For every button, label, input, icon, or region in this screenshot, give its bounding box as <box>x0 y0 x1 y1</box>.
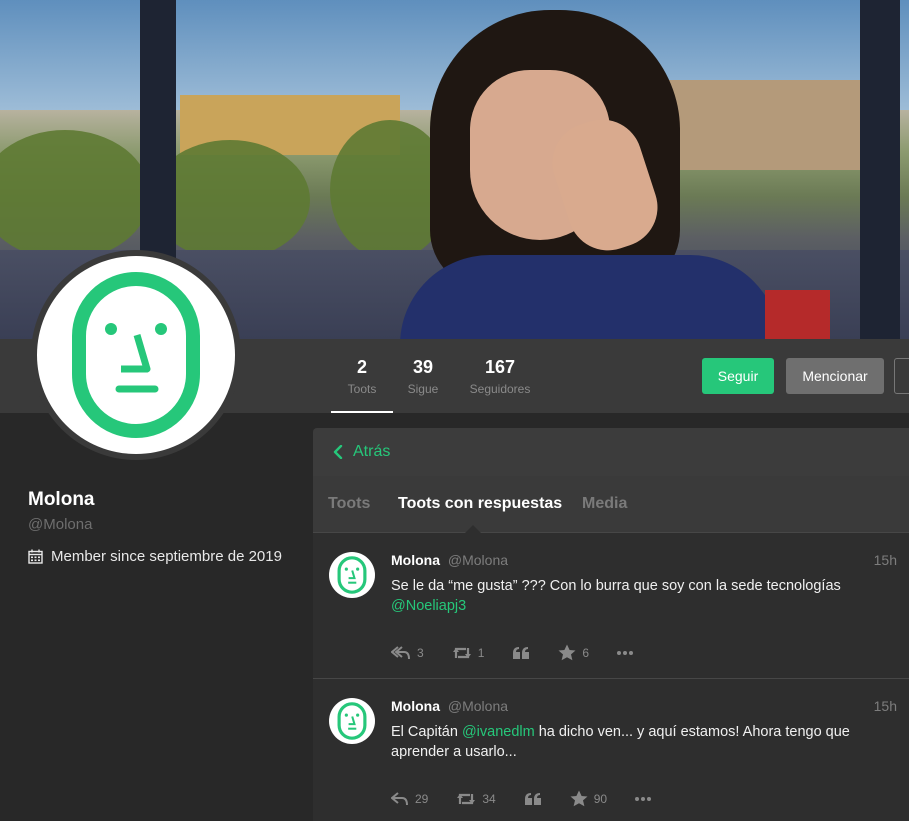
boost-button[interactable]: 34 <box>456 791 496 806</box>
status-header[interactable]: Molona @Molona <box>391 698 508 714</box>
status-action-bar: 3 1 6 <box>391 644 661 661</box>
star-icon <box>558 644 576 661</box>
reply-button[interactable]: 29 <box>391 792 428 806</box>
active-tab-indicator <box>465 525 481 533</box>
ellipsis-icon <box>617 650 634 655</box>
reply-all-button[interactable]: 3 <box>391 646 424 660</box>
counter-toots-label: Toots <box>347 382 377 396</box>
star-icon <box>570 790 588 807</box>
profile-avatar <box>31 250 241 460</box>
back-label: Atrás <box>353 443 391 460</box>
member-since-text: Member since septiembre de 2019 <box>51 548 282 565</box>
quote-icon <box>524 792 541 805</box>
counter-following-value: 39 <box>412 357 434 377</box>
status-display-name: Molona <box>391 552 440 568</box>
face-logo-icon <box>337 702 367 740</box>
favourite-count: 90 <box>593 791 608 806</box>
status-handle: @Molona <box>447 552 509 568</box>
chevron-left-icon <box>333 445 343 459</box>
status-item[interactable]: Molona @Molona 15h El Capitán @ivanedlm … <box>313 680 909 821</box>
profile-display-name: Molona <box>28 489 95 510</box>
counter-followers[interactable]: 167 Seguidores <box>466 339 534 413</box>
counter-toots[interactable]: 2 Toots <box>331 339 393 413</box>
boost-icon <box>452 647 471 658</box>
reply-count: 29 <box>415 791 429 806</box>
status-header[interactable]: Molona @Molona <box>391 552 508 568</box>
quote-button[interactable] <box>512 646 530 660</box>
counter-toots-value: 2 <box>356 357 367 377</box>
tab-media[interactable]: Media <box>582 495 627 513</box>
reply-count: 3 <box>417 645 424 660</box>
boost-count: 1 <box>477 645 485 660</box>
status-mention-link[interactable]: @ivanedlm <box>462 724 535 740</box>
timeline-tabs: Toots Toots con respuestas Media <box>313 476 909 533</box>
boost-button[interactable]: 1 <box>452 645 485 660</box>
boost-count: 34 <box>482 791 496 806</box>
calendar-icon <box>28 549 43 564</box>
face-logo-icon <box>337 556 367 594</box>
favourite-button[interactable]: 90 <box>570 790 607 807</box>
status-avatar[interactable] <box>329 552 375 598</box>
tab-toots[interactable]: Toots <box>328 495 370 513</box>
counter-following[interactable]: 39 Sigue <box>400 339 446 413</box>
ellipsis-icon <box>635 796 652 801</box>
status-item[interactable]: Molona @Molona 15h Se le da “me gusta” ?… <box>313 534 909 679</box>
face-logo-icon <box>72 272 200 438</box>
status-mention-link[interactable]: @Noeliapj3 <box>391 598 466 614</box>
back-button[interactable]: Atrás <box>313 428 909 476</box>
status-display-name: Molona <box>391 698 440 714</box>
favourite-count: 6 <box>582 645 590 660</box>
quote-button[interactable] <box>524 792 542 806</box>
status-text: El Capitán <box>391 724 462 740</box>
counter-following-label: Sigue <box>407 382 439 396</box>
member-since: Member since septiembre de 2019 <box>28 548 282 565</box>
status-text: Se le da “me gusta” ??? Con lo burra que… <box>391 578 841 594</box>
mention-button[interactable]: Mencionar <box>786 358 884 394</box>
counter-followers-label: Seguidores <box>469 382 531 396</box>
quote-icon <box>513 646 530 659</box>
account-timeline-column: Atrás Toots Toots con respuestas Media M… <box>313 428 909 821</box>
follow-button[interactable]: Seguir <box>702 358 774 394</box>
status-handle: @Molona <box>447 698 509 714</box>
boost-icon <box>457 793 476 804</box>
status-action-bar: 29 34 90 <box>391 790 679 807</box>
more-options-button[interactable] <box>894 358 909 394</box>
more-button[interactable] <box>617 650 634 655</box>
tab-toots-with-replies[interactable]: Toots con respuestas <box>398 495 562 513</box>
counter-followers-value: 167 <box>484 357 516 377</box>
status-avatar[interactable] <box>329 698 375 744</box>
status-content: Se le da “me gusta” ??? Con lo burra que… <box>391 576 891 616</box>
status-timestamp[interactable]: 15h <box>874 552 897 568</box>
status-timestamp[interactable]: 15h <box>874 698 897 714</box>
reply-all-icon <box>391 645 410 659</box>
profile-handle: @Molona <box>28 516 93 533</box>
more-button[interactable] <box>635 796 652 801</box>
favourite-button[interactable]: 6 <box>558 644 589 661</box>
status-content: El Capitán @ivanedlm ha dicho ven... y a… <box>391 722 891 762</box>
reply-icon <box>391 791 408 805</box>
